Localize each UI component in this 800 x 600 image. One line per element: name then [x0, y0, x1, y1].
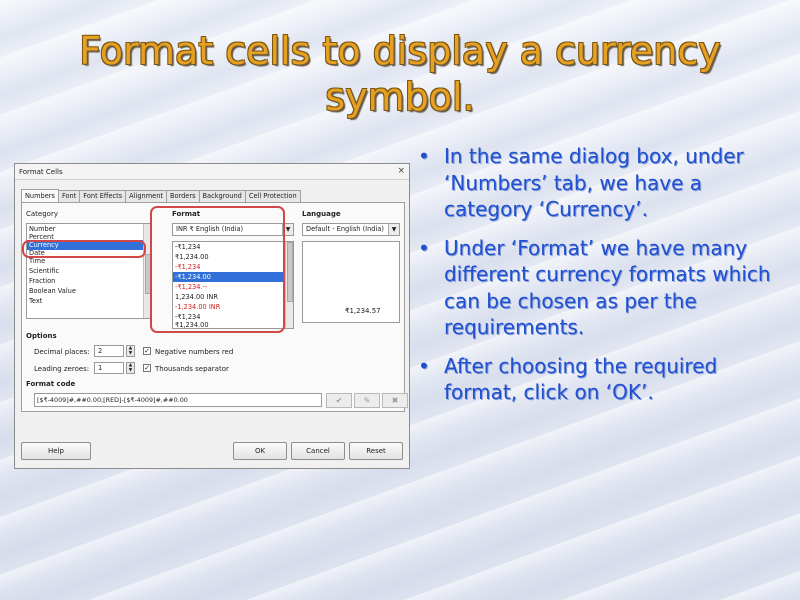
preview-value: ₹1,234.57 [345, 307, 381, 315]
slide-title: Format cells to display a currency symbo… [79, 29, 721, 119]
negative-red-label: Negative numbers red [155, 348, 234, 356]
language-select[interactable]: Default - English (India) ▼ [302, 223, 400, 236]
tab-bar: Numbers Font Font Effects Alignment Bord… [21, 189, 301, 202]
delete-icon[interactable]: ✖ [382, 393, 408, 408]
leading-zeroes-label: Leading zeroes: [34, 365, 90, 373]
bullet-item: • In the same dialog box, under ‘Numbers’… [414, 143, 784, 223]
leading-zeroes-input[interactable]: 1 [94, 362, 124, 374]
currency-highlight [22, 240, 146, 258]
help-button[interactable]: Help [21, 442, 91, 460]
bullet-marker: • [418, 235, 430, 260]
bullet-item: • Under ‘Format’ we have many different c… [414, 235, 784, 341]
list-item[interactable]: Text [27, 296, 151, 306]
bullet-text: Under ‘Format’ we have many different cu… [444, 235, 771, 340]
preview-box: ₹1,234.57 [302, 241, 400, 323]
bullet-marker: • [418, 353, 430, 378]
bullet-list: • In the same dialog box, under ‘Numbers’… [414, 143, 784, 418]
bullet-text: After choosing the required format, clic… [444, 353, 718, 405]
negative-red-checkbox[interactable]: ✓ [143, 347, 151, 355]
edit-comment-icon[interactable]: ✎ [354, 393, 380, 408]
category-label: Category [26, 210, 58, 218]
tab-background[interactable]: Background [198, 190, 246, 202]
tab-cell-protection[interactable]: Cell Protection [244, 190, 301, 202]
bullet-text: In the same dialog box, under ‘Numbers’ … [444, 144, 744, 221]
ok-button[interactable]: OK [233, 442, 287, 460]
cancel-button[interactable]: Cancel [291, 442, 345, 460]
tab-alignment[interactable]: Alignment [125, 190, 167, 202]
decimal-places-stepper[interactable]: ▲ ▼ [126, 345, 135, 357]
dialog-titlebar: Format Cells × [15, 164, 409, 180]
list-item[interactable]: Number [27, 224, 151, 234]
check-icon[interactable]: ✔ [326, 393, 352, 408]
close-icon[interactable]: × [397, 166, 405, 176]
dialog-title: Format Cells [19, 168, 63, 176]
chevron-down-icon[interactable]: ▼ [388, 224, 399, 235]
format-code-label: Format code [26, 380, 76, 388]
scrollbar-thumb[interactable] [287, 242, 293, 302]
tab-font-effects[interactable]: Font Effects [79, 190, 127, 202]
decimal-places-label: Decimal places: [34, 348, 90, 356]
thousands-separator-checkbox[interactable]: ✓ [143, 364, 151, 372]
bullet-marker: • [418, 144, 430, 168]
options-label: Options [26, 332, 57, 340]
reset-button[interactable]: Reset [349, 442, 403, 460]
decimal-places-input[interactable]: 2 [94, 345, 124, 357]
bullet-item: • After choosing the required format, cli… [414, 353, 784, 406]
format-highlight [150, 206, 285, 333]
tab-font[interactable]: Font [57, 190, 81, 202]
language-label: Language [302, 210, 341, 218]
list-item[interactable]: Scientific [27, 266, 151, 276]
list-item[interactable]: Boolean Value [27, 286, 151, 296]
thousands-separator-label: Thousands separator [155, 365, 229, 373]
tab-borders[interactable]: Borders [165, 190, 200, 202]
leading-zeroes-stepper[interactable]: ▲ ▼ [126, 362, 135, 374]
language-select-value: Default - English (India) [306, 225, 384, 233]
tab-numbers[interactable]: Numbers [21, 189, 59, 202]
format-code-input[interactable]: [$₹-4009]#,##0.00;[RED]-[$₹-4009]#,##0.0… [34, 393, 322, 407]
category-list[interactable]: Number Percent Currency Date Time Scient… [26, 223, 152, 319]
list-item[interactable]: Fraction [27, 276, 151, 286]
format-scrollbar[interactable] [285, 242, 293, 328]
